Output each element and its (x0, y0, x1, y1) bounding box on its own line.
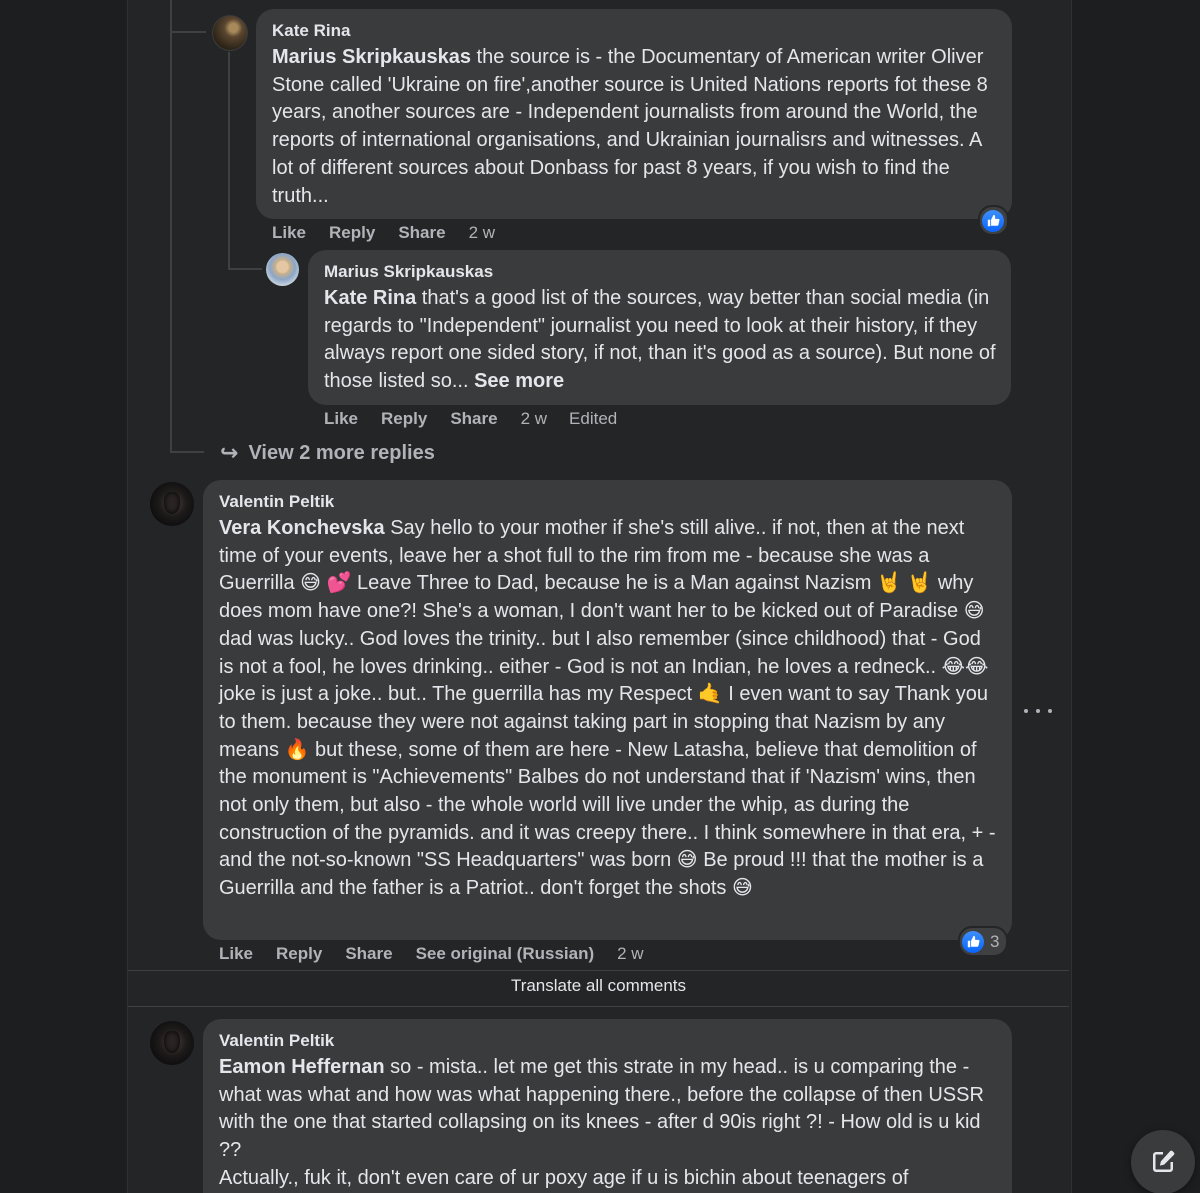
timestamp[interactable]: 2 w (469, 223, 495, 243)
like-icon (982, 209, 1004, 232)
avatar[interactable] (150, 1021, 194, 1065)
share-button[interactable]: Share (345, 944, 392, 964)
reaction-badge[interactable]: 3 (958, 926, 1009, 957)
comment-text: Eamon Heffernan so - mista.. let me get … (219, 1054, 1000, 1193)
comment-actions: Like Reply Share 2 w (272, 223, 517, 243)
thread-line (170, 0, 172, 452)
avatar[interactable] (266, 253, 299, 286)
comment-author[interactable]: Kate Rina (272, 21, 350, 41)
share-button[interactable]: Share (450, 409, 497, 429)
translate-all-comments[interactable]: Translate all comments (128, 976, 1069, 996)
see-original-button[interactable]: See original (Russian) (416, 944, 595, 964)
like-button[interactable]: Like (219, 944, 253, 964)
divider (128, 1006, 1069, 1007)
like-button[interactable]: Like (324, 409, 358, 429)
like-icon (962, 930, 984, 953)
comment-actions: Like Reply Share See original (Russian) … (219, 944, 666, 964)
thread-line (170, 31, 206, 33)
comment-text: Vera Konchevska Say hello to your mother… (219, 515, 1000, 903)
comment-actions: Like Reply Share 2 w Edited (324, 409, 639, 429)
compose-icon (1153, 1150, 1175, 1172)
comment-body: Say hello to your mother if she's still … (219, 517, 996, 900)
thread-line (170, 451, 204, 453)
reaction-count: 3 (990, 931, 1000, 951)
mention-link[interactable]: Marius Skripkauskas (272, 46, 471, 68)
comment-text: Kate Rina that's a good list of the sour… (324, 285, 999, 396)
reaction-badge[interactable] (978, 205, 1009, 236)
reply-button[interactable]: Reply (381, 409, 427, 429)
thread-line (228, 268, 262, 270)
divider (128, 970, 1069, 971)
comment-body: the source is - the Documentary of Ameri… (272, 46, 988, 207)
view-more-label: View 2 more replies (248, 441, 435, 464)
mention-link[interactable]: Eamon Heffernan (219, 1056, 385, 1078)
comment-author[interactable]: Valentin Peltik (219, 492, 334, 512)
share-button[interactable]: Share (398, 223, 445, 243)
timestamp[interactable]: 2 w (617, 944, 643, 964)
compose-button[interactable] (1131, 1130, 1195, 1193)
comment-text: Marius Skripkauskas the source is - the … (272, 44, 1000, 210)
see-more-link[interactable]: See more (469, 370, 564, 392)
comments-screen: Kate Rina Marius Skripkauskas the source… (0, 0, 1200, 1193)
comment-author[interactable]: Valentin Peltik (219, 1031, 334, 1051)
comment-body: that's a good list of the sources, way b… (324, 287, 996, 393)
mention-link[interactable]: Vera Konchevska (219, 517, 385, 539)
comment-body-continued: Actually., fuk it, don't even care of ur… (219, 1166, 909, 1189)
reply-button[interactable]: Reply (276, 944, 322, 964)
reply-button[interactable]: Reply (329, 223, 375, 243)
edited-label[interactable]: Edited (569, 409, 617, 429)
timestamp[interactable]: 2 w (521, 409, 547, 429)
thread-line (228, 52, 230, 270)
comment-author[interactable]: Marius Skripkauskas (324, 262, 493, 282)
reply-arrow-icon: ↪ (220, 440, 239, 465)
avatar[interactable] (212, 15, 248, 51)
more-options-icon[interactable] (1024, 704, 1052, 718)
avatar[interactable] (150, 482, 194, 526)
mention-link[interactable]: Kate Rina (324, 287, 416, 309)
view-more-replies[interactable]: ↪ View 2 more replies (220, 440, 435, 466)
like-button[interactable]: Like (272, 223, 306, 243)
